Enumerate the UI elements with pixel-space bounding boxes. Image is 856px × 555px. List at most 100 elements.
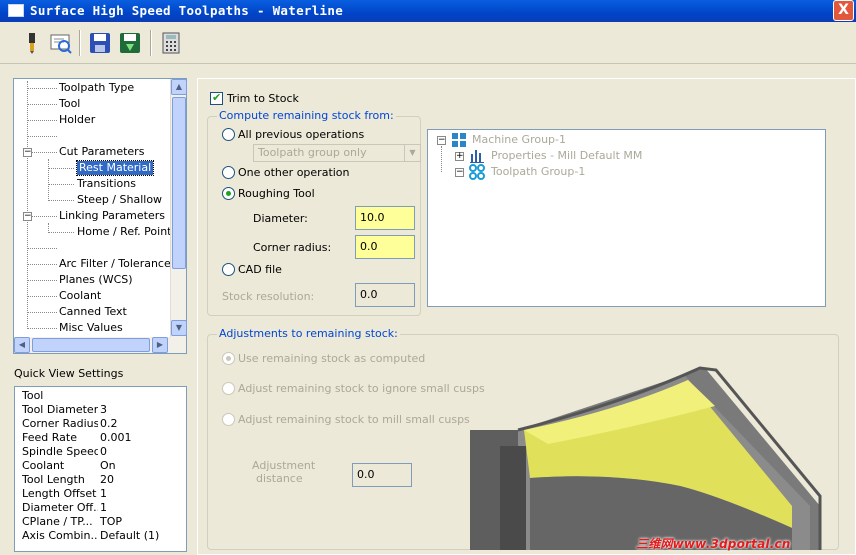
op-tree-item[interactable]: Machine Group-1 xyxy=(472,133,566,147)
trim-to-stock-checkbox[interactable] xyxy=(210,91,223,105)
tree-guide-line xyxy=(27,280,57,281)
rest-material-preview-image xyxy=(470,366,834,550)
tree-item[interactable]: Cut Parameters xyxy=(59,145,144,159)
quick-view-value: 0 xyxy=(100,445,107,458)
tree-guide-line xyxy=(48,159,49,199)
quick-view-value: 0.2 xyxy=(100,417,118,430)
toolbar-separator xyxy=(79,30,81,56)
tree-vertical-scrollbar[interactable]: ▲ ▼ xyxy=(170,79,187,337)
tree-guide-line xyxy=(48,223,49,231)
expand-icon[interactable]: + xyxy=(455,152,464,161)
trim-to-stock-label: Trim to Stock xyxy=(227,92,299,105)
adjustment-distance-label: Adjustment xyxy=(252,459,316,472)
tree-item[interactable]: Linking Parameters xyxy=(59,209,165,223)
quick-view-value: TOP xyxy=(100,515,123,528)
tool-icon[interactable] xyxy=(20,31,44,55)
tree-item[interactable]: Misc Values xyxy=(59,321,123,335)
tree-guide-line xyxy=(48,200,74,201)
scroll-right-icon[interactable]: ▶ xyxy=(152,337,168,353)
tree-item[interactable]: Transitions xyxy=(77,177,136,191)
mill-cusps-radio[interactable] xyxy=(222,413,235,426)
collapse-icon[interactable]: − xyxy=(455,168,464,177)
op-tree-item[interactable]: Toolpath Group-1 xyxy=(491,165,585,179)
calculator-icon[interactable] xyxy=(159,31,183,55)
tree-item[interactable]: Canned Text xyxy=(59,305,127,319)
stock-resolution-field[interactable]: 0.0 xyxy=(355,283,415,307)
op-tree-item[interactable]: Properties - Mill Default MM xyxy=(491,149,642,163)
tree-guide-line xyxy=(27,248,57,249)
quick-view-list: Tool Tool Diameter 3 Corner Radius 0.2 Feed R… xyxy=(14,386,187,552)
quick-view-key: Feed Rate xyxy=(22,431,77,444)
tree-item[interactable]: Tool xyxy=(59,97,80,111)
load-icon[interactable] xyxy=(118,31,142,55)
group-scope-select[interactable]: Toolpath group only ▼ xyxy=(253,144,421,162)
window-icon xyxy=(8,4,24,17)
roughing-tool-label: Roughing Tool xyxy=(238,187,315,200)
tree-item[interactable]: Holder xyxy=(59,113,95,127)
diameter-label: Diameter: xyxy=(253,212,308,225)
tree-guide-line xyxy=(48,232,74,233)
collapse-icon[interactable]: − xyxy=(23,148,32,157)
quick-view-label: Quick View Settings xyxy=(14,367,124,380)
chevron-down-icon[interactable]: ▼ xyxy=(404,145,420,161)
collapse-icon[interactable]: − xyxy=(437,136,446,145)
use-as-computed-radio[interactable] xyxy=(222,352,235,365)
quick-view-key: Tool xyxy=(22,389,44,402)
diameter-field[interactable]: 10.0 xyxy=(355,206,415,230)
scroll-left-icon[interactable]: ◀ xyxy=(14,337,30,353)
tree-guide-line xyxy=(27,312,57,313)
quick-view-value: Default (1) xyxy=(100,529,160,542)
tree-item[interactable]: Home / Ref. Points xyxy=(77,225,177,239)
roughing-tool-radio[interactable] xyxy=(222,187,235,200)
adjustment-distance-field[interactable]: 0.0 xyxy=(352,463,412,487)
tree-item[interactable]: Rest Material xyxy=(75,160,155,176)
cad-file-radio[interactable] xyxy=(222,263,235,276)
tree-guide-line xyxy=(27,328,57,329)
scroll-down-icon[interactable]: ▼ xyxy=(171,320,187,336)
tree-item[interactable]: Coolant xyxy=(59,289,101,303)
compute-stock-title: Compute remaining stock from: xyxy=(217,109,396,123)
tree-item[interactable]: Planes (WCS) xyxy=(59,273,133,287)
quick-view-key: Tool Length xyxy=(22,473,85,486)
quick-view-value: 1 xyxy=(100,501,107,514)
tree-item[interactable]: Arc Filter / Tolerance xyxy=(59,257,171,271)
collapse-icon[interactable]: − xyxy=(23,212,32,221)
tree-horizontal-scrollbar[interactable]: ◀ ▶ xyxy=(14,337,186,353)
mill-cusps-label: Adjust remaining stock to mill small cus… xyxy=(238,413,470,426)
tree-guide-line xyxy=(48,184,74,185)
ignore-cusps-radio[interactable] xyxy=(222,382,235,395)
tree-item[interactable]: Toolpath Type xyxy=(59,81,134,95)
save-icon[interactable] xyxy=(88,31,112,55)
quick-view-key: Length Offset xyxy=(22,487,97,500)
one-other-label: One other operation xyxy=(238,166,350,179)
operation-tree[interactable]: − Machine Group-1 + Properties - Mill De… xyxy=(427,129,826,307)
tree-item[interactable]: Steep / Shallow xyxy=(77,193,162,207)
scroll-thumb[interactable] xyxy=(172,97,186,269)
navigation-tree[interactable]: Toolpath Type Tool Holder − Cut Parameters Re… xyxy=(13,78,187,354)
adjustments-title: Adjustments to remaining stock: xyxy=(217,327,400,341)
toolbar xyxy=(0,22,856,64)
stock-resolution-label: Stock resolution: xyxy=(222,290,315,303)
quick-view-key: Spindle Speed xyxy=(22,445,98,458)
title-bar: Surface High Speed Toolpaths - Waterline… xyxy=(0,0,856,22)
tree-guide-line xyxy=(27,88,57,89)
corner-radius-field[interactable]: 0.0 xyxy=(355,235,415,259)
quick-view-key: Diameter Off... xyxy=(22,501,98,514)
quick-view-key: Axis Combin... xyxy=(22,529,98,542)
tree-guide-line xyxy=(27,264,57,265)
scroll-thumb[interactable] xyxy=(32,338,150,352)
tree-guide-line xyxy=(48,168,74,169)
tree-guide-line xyxy=(27,81,28,327)
cad-file-label: CAD file xyxy=(238,263,282,276)
scroll-up-icon[interactable]: ▲ xyxy=(171,79,187,95)
tree-guide-line xyxy=(27,104,57,105)
quick-view-key: Corner Radius xyxy=(22,417,98,430)
all-previous-radio[interactable] xyxy=(222,128,235,141)
corner-radius-label: Corner radius: xyxy=(253,241,332,254)
group-scope-value: Toolpath group only xyxy=(258,146,367,159)
one-other-radio[interactable] xyxy=(222,166,235,179)
toolpath-group-icon xyxy=(469,164,485,183)
tree-guide-line xyxy=(27,120,57,121)
view-icon[interactable] xyxy=(49,31,73,55)
close-button[interactable]: X xyxy=(833,0,854,21)
